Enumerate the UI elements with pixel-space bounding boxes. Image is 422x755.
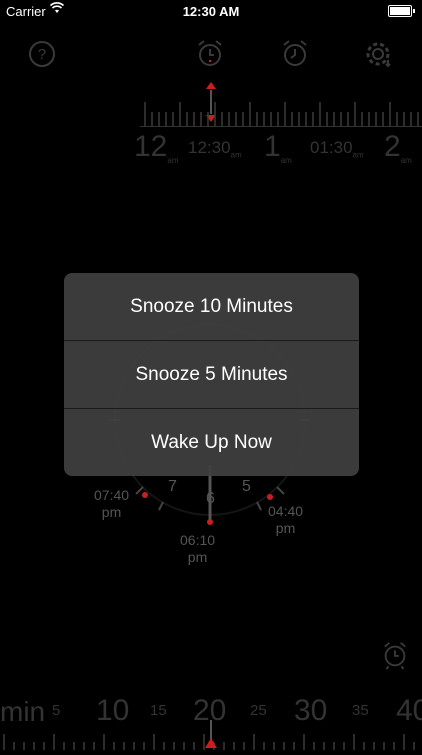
snooze-marker-icon xyxy=(205,720,217,748)
ruler-label: 25 xyxy=(250,702,267,719)
snooze-ruler[interactable]: min 5 10 15 20 25 30 35 40 xyxy=(0,690,422,750)
snooze-5-button[interactable]: Snooze 5 Minutes xyxy=(64,340,359,408)
clock-number: 7 xyxy=(168,478,177,495)
clock-number: 5 xyxy=(242,478,251,495)
svg-text:?: ? xyxy=(38,46,46,63)
timeline-ruler-top[interactable] xyxy=(140,98,422,128)
ruler-label: 35 xyxy=(352,702,369,719)
timeline-label: 2am xyxy=(384,130,412,165)
wake-up-button[interactable]: Wake Up Now xyxy=(64,408,359,476)
timeline-label: 12:30am xyxy=(188,138,242,160)
clock-time-label: 07:40 pm xyxy=(94,487,130,520)
timeline-label: 1am xyxy=(264,130,292,165)
clock-time-label: 04:40 pm xyxy=(268,503,304,536)
clock-time-label: 06:10 pm xyxy=(180,532,216,565)
ruler-label: 10 xyxy=(96,694,130,727)
status-bar: Carrier 12:30 AM xyxy=(0,0,422,22)
help-icon[interactable]: ? xyxy=(26,38,58,70)
timeline-baseline xyxy=(140,126,422,127)
snooze-action-sheet: Snooze 10 Minutes Snooze 5 Minutes Wake … xyxy=(64,273,359,476)
snooze-10-button[interactable]: Snooze 10 Minutes xyxy=(64,273,359,340)
alarm-clock-icon[interactable] xyxy=(279,38,311,70)
timeline-labels: 12am 12:30am 1am 01:30am 2am xyxy=(0,130,422,170)
ruler-label: 15 xyxy=(150,702,167,719)
ruler-label: 5 xyxy=(52,702,61,719)
alarm-add-icon[interactable] xyxy=(194,38,226,70)
ruler-unit-label: min xyxy=(0,696,46,727)
ruler-label: 30 xyxy=(294,694,328,727)
timeline-label: 12am xyxy=(134,130,179,165)
clock-number: 6 xyxy=(206,490,215,507)
status-time: 12:30 AM xyxy=(182,4,240,19)
settings-icon[interactable] xyxy=(364,38,396,70)
battery-icon xyxy=(388,5,415,17)
timeline-label: 01:30am xyxy=(310,138,364,160)
ruler-label: 40 xyxy=(396,694,422,727)
alarm-clock-icon[interactable] xyxy=(380,640,410,670)
